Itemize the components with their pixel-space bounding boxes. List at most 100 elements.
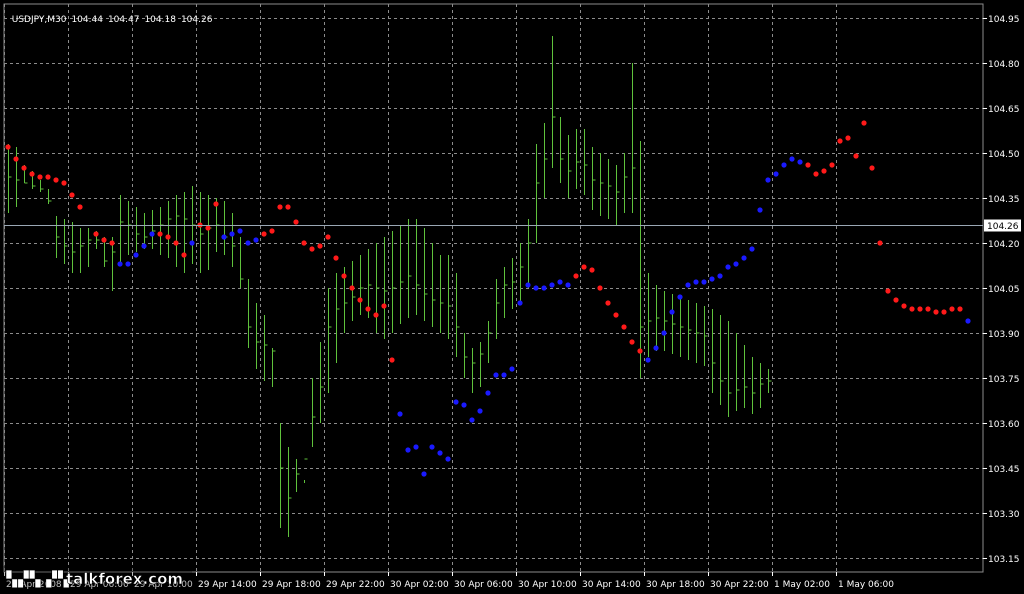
sar-dot — [541, 285, 547, 291]
sar-dot — [781, 162, 787, 168]
sar-dot — [5, 144, 11, 150]
sar-dot — [613, 312, 619, 318]
sar-dot — [829, 162, 835, 168]
y-tick-label: 103.60 — [988, 420, 1020, 430]
sar-dot — [61, 180, 67, 186]
sar-dot — [557, 279, 563, 285]
sar-dot — [941, 309, 947, 315]
sar-dot — [645, 357, 651, 363]
sar-dot — [677, 294, 683, 300]
sar-dot — [669, 309, 675, 315]
sar-dot — [285, 204, 291, 210]
sar-dot — [453, 399, 459, 405]
sar-dot — [301, 240, 307, 246]
sar-dot — [733, 261, 739, 267]
sar-dot — [157, 231, 163, 237]
sar-dot — [253, 237, 259, 243]
sar-dot — [853, 153, 859, 159]
current-price-tag: 104.26 — [984, 219, 1021, 232]
x-tick-label: 29 Apr 14:00 — [198, 580, 257, 590]
y-tick-label: 103.15 — [988, 555, 1020, 565]
sar-dot — [397, 411, 403, 417]
open-value: 104.44 — [71, 15, 103, 25]
sar-dot — [189, 240, 195, 246]
x-tick-label: 30 Apr 10:00 — [518, 580, 577, 590]
sar-dot — [101, 237, 107, 243]
sar-dot — [573, 273, 579, 279]
sar-dot — [181, 252, 187, 258]
sar-dot — [229, 231, 235, 237]
symbol-label: USDJPY,M30 — [11, 15, 67, 25]
sar-dot — [205, 225, 211, 231]
sar-dot — [741, 255, 747, 261]
sar-dot — [421, 471, 427, 477]
y-tick-label: 104.05 — [988, 285, 1020, 295]
sar-dot — [773, 171, 779, 177]
svg-text:▚▞▚ ▞▚: ▚▞▚ ▞▚ — [5, 570, 69, 588]
sar-dot — [213, 201, 219, 207]
sar-dot — [165, 234, 171, 240]
sar-dot — [717, 273, 723, 279]
sar-dot — [629, 339, 635, 345]
price-axis[interactable]: 104.95 104.80 104.65 104.50 104.35 104.20 104.… — [983, 15, 1021, 565]
sar-dot — [365, 306, 371, 312]
y-tick-label: 104.95 — [988, 15, 1020, 25]
sar-dot — [765, 177, 771, 183]
sar-dot — [517, 300, 523, 306]
sar-dot — [797, 159, 803, 165]
sar-dot — [845, 135, 851, 141]
sar-dot — [109, 240, 115, 246]
sar-dot — [949, 306, 955, 312]
sar-dot — [653, 345, 659, 351]
sar-dot — [413, 444, 419, 450]
sar-dot — [509, 366, 515, 372]
sar-dot — [333, 255, 339, 261]
sar-dot — [813, 171, 819, 177]
sar-dot — [749, 246, 755, 252]
sar-dot — [133, 252, 139, 258]
sar-dot — [621, 324, 627, 330]
sar-dot — [701, 279, 707, 285]
sar-dot — [869, 165, 875, 171]
sar-dot — [349, 285, 355, 291]
x-tick-label: 1 May 02:00 — [774, 580, 830, 590]
sar-dot — [461, 402, 467, 408]
sar-dot — [293, 219, 299, 225]
sar-dot — [269, 228, 275, 234]
sar-dot — [469, 417, 475, 423]
sar-dot — [405, 447, 411, 453]
sar-dot — [885, 288, 891, 294]
price-chart[interactable]: 104.95 104.80 104.65 104.50 104.35 104.20 104.… — [0, 0, 1024, 594]
sar-dot — [725, 264, 731, 270]
y-tick-label: 104.35 — [988, 195, 1020, 205]
x-tick-label: 1 May 06:00 — [838, 580, 894, 590]
x-tick-label: 29 Apr 18:00 — [262, 580, 321, 590]
sar-dot — [565, 282, 571, 288]
sar-dot — [13, 156, 19, 162]
sar-dot — [261, 231, 267, 237]
sar-dot — [149, 231, 155, 237]
sar-dot — [277, 204, 283, 210]
sar-dot — [877, 240, 883, 246]
sar-dot — [637, 348, 643, 354]
watermark-text: talkforex.com — [66, 570, 183, 588]
sar-dot — [325, 234, 331, 240]
sar-dot — [341, 273, 347, 279]
sar-dot — [837, 138, 843, 144]
sar-dot — [693, 279, 699, 285]
sar-dot — [69, 192, 75, 198]
sar-dot — [77, 204, 83, 210]
sar-dot — [389, 357, 395, 363]
x-tick-label: 29 Apr 22:00 — [326, 580, 385, 590]
sar-dot — [221, 234, 227, 240]
sar-dot — [661, 330, 667, 336]
current-price-tag-text: 104.26 — [987, 222, 1019, 232]
price-bars — [8, 36, 772, 537]
sar-dot — [525, 282, 531, 288]
sar-dot — [117, 261, 123, 267]
y-tick-label: 103.45 — [988, 465, 1020, 475]
y-tick-label: 103.30 — [988, 510, 1020, 520]
y-tick-label: 104.65 — [988, 105, 1020, 115]
low-value: 104.18 — [144, 15, 176, 25]
sar-dot — [373, 312, 379, 318]
